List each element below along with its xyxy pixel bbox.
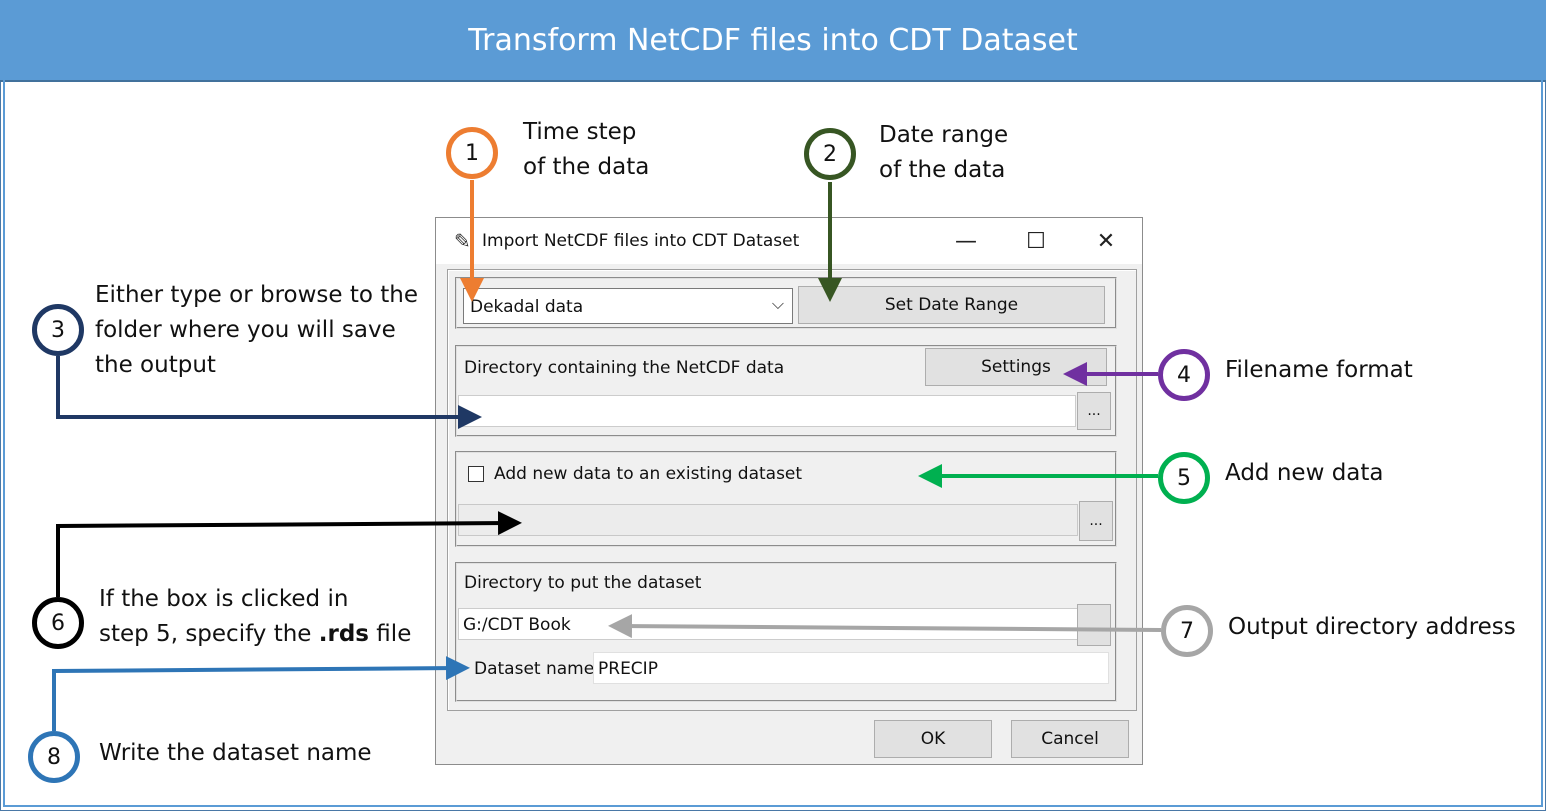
step-1-badge: 1: [446, 127, 498, 179]
note-3: Either type or browse to the folder where…: [95, 282, 418, 378]
step-6-badge: 6: [32, 597, 84, 649]
note-2: Date range of the data: [879, 122, 1009, 183]
timestep-select[interactable]: Dekadal data ⌵: [463, 288, 793, 324]
note-4: Filename format: [1225, 357, 1413, 383]
import-dialog: ✎ Import NetCDF files into CDT Dataset —…: [435, 217, 1143, 765]
step-5-badge: 5: [1158, 452, 1210, 504]
note-6: If the box is clicked in step 5, specify…: [99, 586, 412, 647]
dialog-titlebar: ✎ Import NetCDF files into CDT Dataset —…: [436, 218, 1142, 264]
chevron-down-icon: ⌵: [771, 294, 784, 313]
step-2-badge: 2: [804, 128, 856, 180]
close-button[interactable]: ✕: [1086, 224, 1126, 258]
timestep-value: Dekadal data: [470, 297, 584, 317]
netcdf-dir-label: Directory containing the NetCDF data: [464, 358, 785, 378]
minimize-button[interactable]: —: [946, 224, 986, 258]
cancel-button[interactable]: Cancel: [1011, 720, 1129, 758]
note-1: Time step of the data: [523, 119, 650, 180]
browse-netcdf-button[interactable]: ...: [1077, 392, 1111, 430]
step-4-badge: 4: [1158, 349, 1210, 401]
step-8-badge: 8: [28, 731, 80, 783]
add-new-checkbox[interactable]: [468, 466, 484, 482]
step-7-badge: 7: [1161, 605, 1213, 657]
maximize-button[interactable]: ☐: [1016, 224, 1056, 258]
dataset-name-label: Dataset name: [474, 659, 595, 679]
netcdf-dir-input[interactable]: [458, 395, 1076, 427]
browse-output-button[interactable]: [1077, 604, 1111, 646]
note-5: Add new data: [1225, 460, 1384, 486]
note-7: Output directory address: [1228, 614, 1516, 640]
settings-button[interactable]: Settings: [925, 348, 1107, 386]
existing-dataset-input[interactable]: [458, 504, 1078, 536]
feather-icon: ✎: [454, 229, 471, 253]
add-new-label: Add new data to an existing dataset: [494, 464, 803, 484]
note-8: Write the dataset name: [99, 740, 372, 766]
output-dir-input[interactable]: G:/CDT Book: [458, 608, 1078, 640]
browse-existing-button[interactable]: ...: [1079, 501, 1113, 541]
ok-button[interactable]: OK: [874, 720, 992, 758]
output-dir-label: Directory to put the dataset: [464, 573, 702, 593]
set-date-range-button[interactable]: Set Date Range: [798, 286, 1105, 324]
step-3-badge: 3: [32, 304, 84, 356]
dialog-title: Import NetCDF files into CDT Dataset: [482, 231, 800, 251]
dataset-name-input[interactable]: PRECIP: [593, 652, 1109, 684]
